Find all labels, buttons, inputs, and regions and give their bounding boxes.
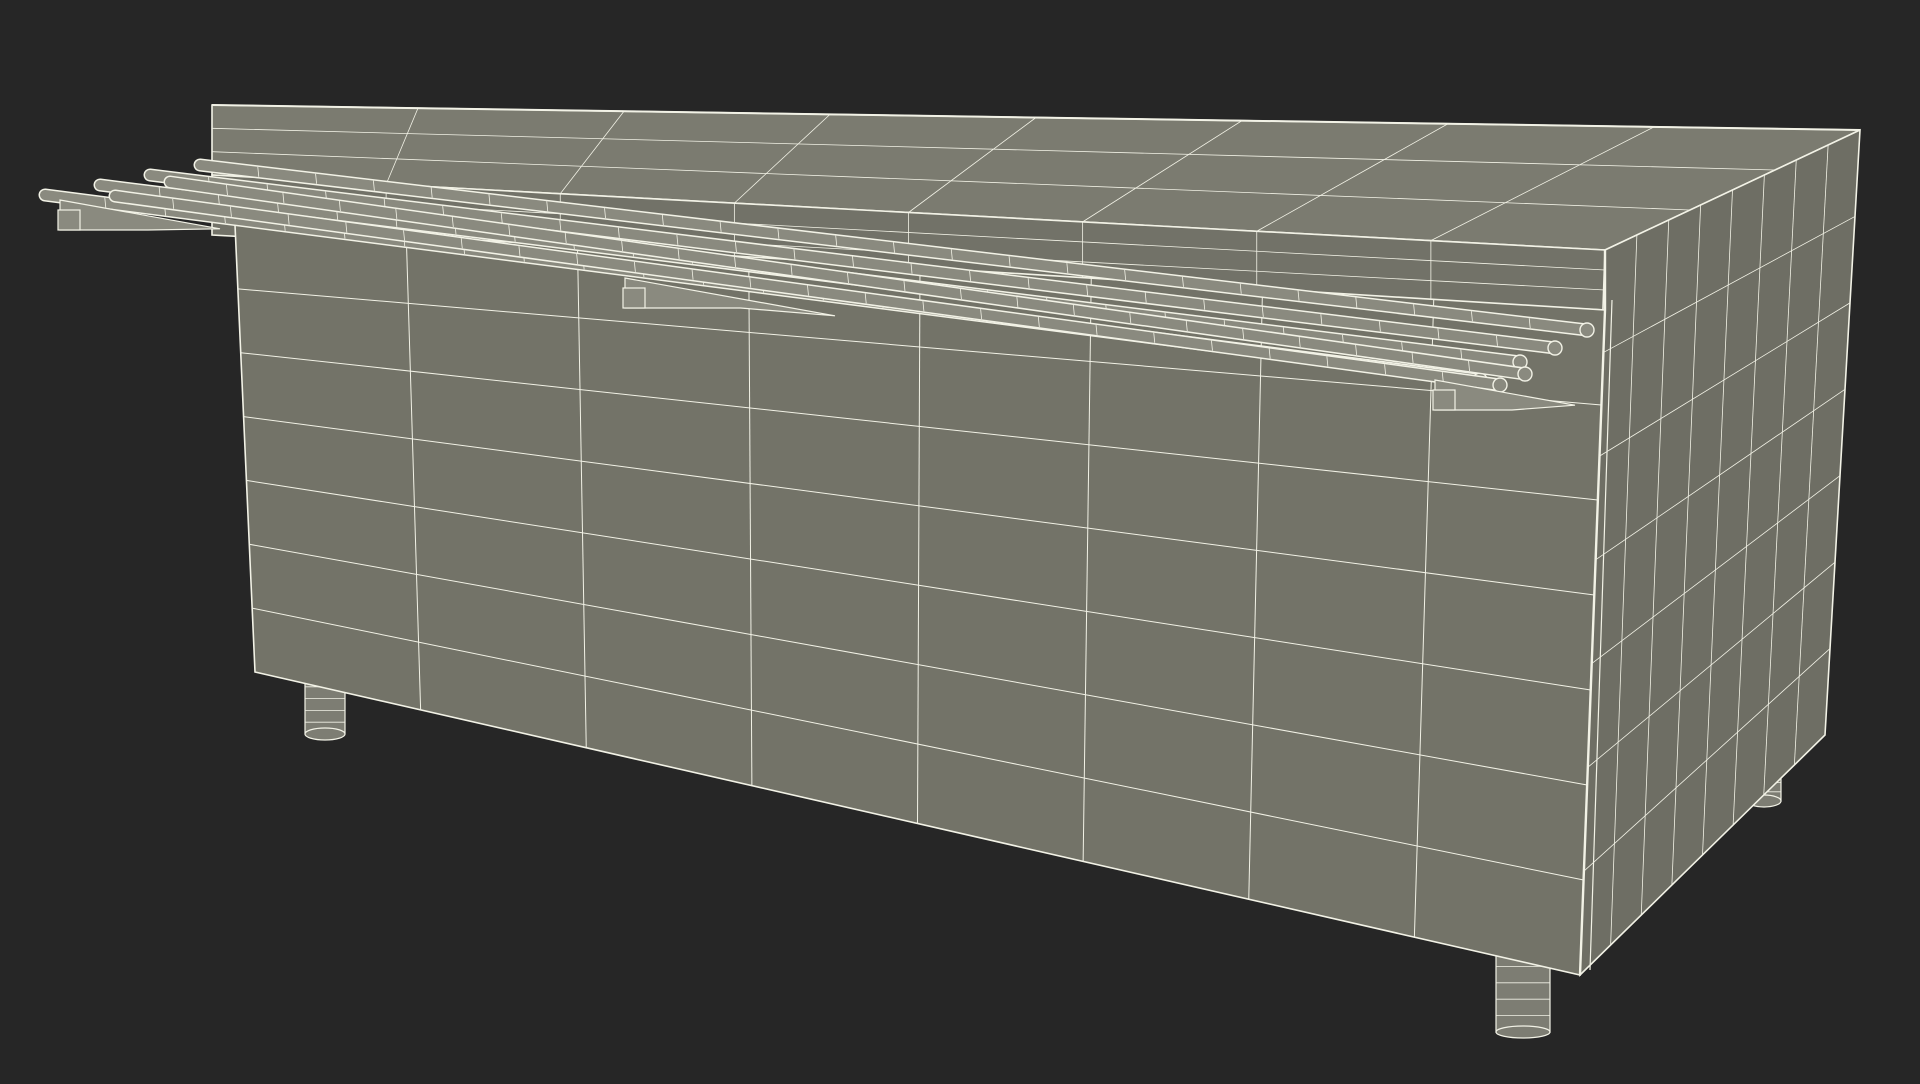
tray-bracket-mount (57, 209, 81, 231)
tray-bracket-mount (622, 287, 646, 309)
tray-bracket-mount (1432, 389, 1456, 411)
3d-viewport[interactable] (0, 0, 1920, 1080)
tray-rail-end-cap (1579, 322, 1595, 338)
tray-rail-end-cap (1547, 340, 1563, 356)
side-face-panel (1579, 128, 1861, 977)
side-face (1579, 128, 1861, 977)
wireframe-model (38, 104, 1861, 1039)
leg-foot (304, 727, 346, 741)
front-face (234, 224, 1606, 976)
tray-rail-end-cap (1492, 377, 1508, 393)
tray-rail-end-cap (1517, 366, 1533, 382)
leg-foot (1495, 1025, 1551, 1039)
